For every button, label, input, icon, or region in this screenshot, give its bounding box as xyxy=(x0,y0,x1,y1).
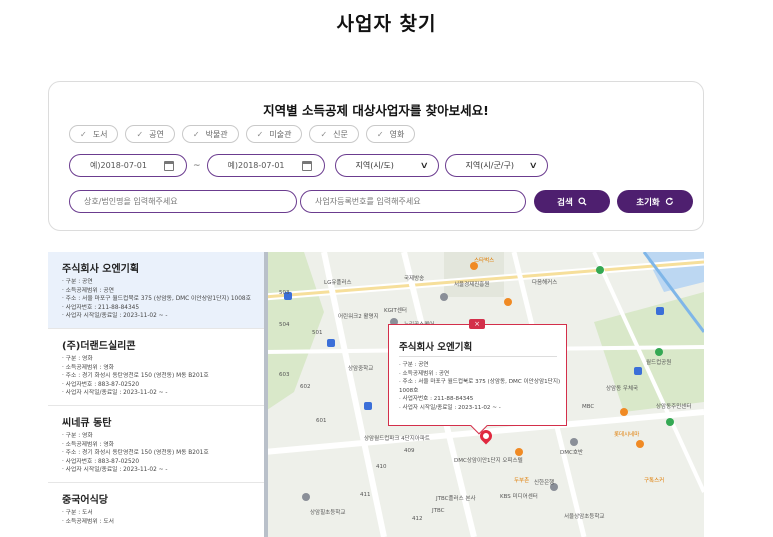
map-label: JTBC플러스 본사 xyxy=(436,496,476,502)
map-label: MBC xyxy=(582,404,595,410)
check-icon: ✓ xyxy=(256,129,264,139)
category-chip-book[interactable]: ✓ 도서 xyxy=(69,125,119,143)
check-icon: ✓ xyxy=(192,129,200,139)
map-label: 어린워크2 활명지 xyxy=(338,314,379,320)
list-item[interactable]: (주)더랜드실리콘 · 구분 : 영화 · 소득공제범위 : 영화 · 주소 :… xyxy=(48,329,264,406)
date-to-input[interactable]: 예)2018-07-01 xyxy=(206,154,325,177)
map-view[interactable]: LG유플러스 국제방송 서울경제진흥원 다음해커스 KGIT센터 어린워크2 활… xyxy=(264,252,704,537)
check-icon: ✓ xyxy=(80,129,87,139)
map-label: 다음해커스 xyxy=(532,280,558,286)
map-label: 상암동주민센터 xyxy=(656,404,692,410)
popup-divider xyxy=(399,356,557,357)
search-panel: 지역별 소득공제 대상사업자를 찾아보세요! ✓ 도서 ✓ 공연 ✓ 박물관 ✓ 미술관… xyxy=(48,81,704,231)
popup-line: · 사업자번호 : 211-88-84345 xyxy=(399,396,474,403)
check-icon: ✓ xyxy=(320,129,328,139)
popup-line: · 소득공제범위 : 공연 xyxy=(399,370,450,377)
map-label: 서울경제진흥원 xyxy=(454,282,490,288)
reset-button[interactable]: 초기화 xyxy=(617,190,693,213)
category-chip-performance[interactable]: ✓ 공연 xyxy=(125,125,175,143)
map-label: 601 xyxy=(316,418,327,424)
popup-title: 주식회사 오엔기획 xyxy=(399,342,473,353)
map-label: KBS 미디어센터 xyxy=(500,494,538,500)
category-chip-art-gallery[interactable]: ✓ 미술관 xyxy=(245,125,303,143)
map-label: 412 xyxy=(412,516,423,522)
map-label: 603 xyxy=(279,372,290,378)
result-list: 주식회사 오엔기획 · 구분 : 공연 · 소득공제범위 : 공연 · 주소 :… xyxy=(48,252,264,537)
map-label: 롯데시네마 xyxy=(614,432,640,438)
map-label: 504 xyxy=(279,322,290,328)
search-heading: 지역별 소득공제 대상사업자를 찾아보세요! xyxy=(263,103,489,118)
category-chip-museum[interactable]: ✓ 박물관 xyxy=(181,125,239,143)
calendar-icon[interactable] xyxy=(164,160,174,171)
popup-line: · 구분 : 공연 xyxy=(399,362,429,368)
check-icon: ✓ xyxy=(136,129,144,139)
list-item[interactable]: 주식회사 오엔기획 · 구분 : 공연 · 소득공제범위 : 공연 · 주소 :… xyxy=(48,252,264,329)
map-label: 상암힐초등학교 xyxy=(310,510,346,516)
map-label: 서울상암초등학교 xyxy=(564,514,605,520)
date-from-input[interactable]: 예)2018-07-01 xyxy=(69,154,187,177)
search-icon xyxy=(578,197,587,206)
region-province-select[interactable]: 지역(시/도) ∨ xyxy=(334,154,439,177)
map-label: 상암월드컵파크 4단지아파트 xyxy=(364,436,430,442)
map-label: DMC상암이안1단지 오피스텔 xyxy=(454,458,523,464)
category-chips: ✓ 도서 ✓ 공연 ✓ 박물관 ✓ 미술관 ✓ 신문 ✓ 영화 xyxy=(69,125,416,143)
map-label: 411 xyxy=(360,492,371,498)
date-separator: ~ xyxy=(193,160,201,171)
results-area: 주식회사 오엔기획 · 구분 : 공연 · 소득공제범위 : 공연 · 주소 :… xyxy=(48,252,704,537)
chevron-down-icon: ∨ xyxy=(419,160,429,171)
popup-line: 1008호 xyxy=(399,387,419,394)
map-label: 503 xyxy=(279,290,290,296)
map-label: 상암중학교 xyxy=(348,366,374,372)
check-icon: ✓ xyxy=(376,129,384,139)
map-label: DMC호반 xyxy=(560,450,583,456)
map-label: KGIT센터 xyxy=(384,308,407,314)
map-label: 두부촌 xyxy=(514,478,530,484)
map-label: 구톡스커 xyxy=(644,478,665,484)
map-label: 국제방송 xyxy=(404,276,425,282)
search-button[interactable]: 검색 xyxy=(534,190,610,213)
map-label: 501 xyxy=(312,330,323,336)
business-name-input[interactable]: 상호/법인명을 입력해주세요 xyxy=(69,190,297,213)
list-item[interactable]: 씨네큐 동탄 · 구분 : 영화 · 소득공제범위 : 영화 · 주소 : 경기… xyxy=(48,406,264,483)
refresh-icon xyxy=(665,197,673,205)
list-item[interactable]: 중국어식당 · 구분 : 도서 · 소득공제범위 : 도서 xyxy=(48,483,264,537)
calendar-icon[interactable] xyxy=(301,160,312,171)
business-number-input[interactable]: 사업자등록번호를 입력해주세요 xyxy=(300,190,526,213)
map-label: 410 xyxy=(376,464,387,470)
popup-line: · 주소 : 서울 마포구 월드컵북로 375 (상암동, DMC 이안상암1단… xyxy=(399,379,561,386)
map-label: 스타벅스 xyxy=(474,258,495,264)
map-info-popup: × 주식회사 오엔기획 · 구분 : 공연 · 소득공제범위 : 공연 · 주소… xyxy=(388,319,567,435)
close-icon[interactable]: × xyxy=(469,319,485,329)
category-chip-newspaper[interactable]: ✓ 신문 xyxy=(309,125,359,143)
region-district-select[interactable]: 지역(시/군/구) ∨ xyxy=(444,154,548,177)
map-label: 신한은행 xyxy=(534,480,555,486)
popup-line: · 사업자 시작일/종료일 : 2023-11-02 ~ - xyxy=(399,404,501,411)
map-label: 602 xyxy=(300,384,311,390)
page-title: 사업자 찾기 xyxy=(336,13,437,35)
map-label: 월드컵공원 xyxy=(646,360,672,366)
chevron-down-icon: ∨ xyxy=(528,160,538,171)
map-label: JTBC xyxy=(432,508,445,514)
map-label: 409 xyxy=(404,448,415,454)
category-chip-movie[interactable]: ✓ 영화 xyxy=(365,125,416,143)
map-label: 상암동 우체국 xyxy=(606,386,639,392)
map-label: LG유플러스 xyxy=(324,280,352,286)
